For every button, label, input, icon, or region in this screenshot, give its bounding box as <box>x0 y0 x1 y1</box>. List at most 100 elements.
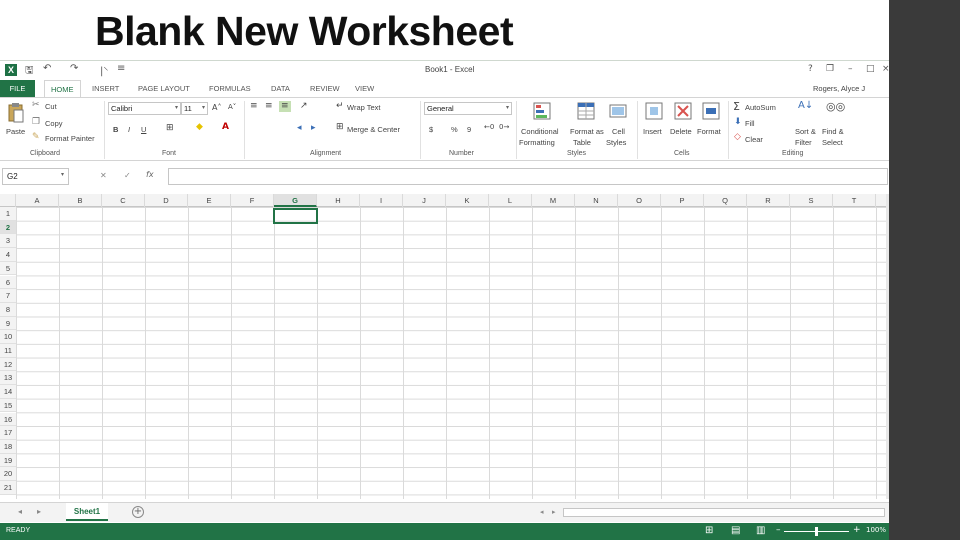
column-header[interactable]: R <box>747 194 790 207</box>
column-header[interactable]: T <box>833 194 876 207</box>
decrease-decimal-icon[interactable]: 0→ <box>499 124 509 131</box>
new-sheet-icon[interactable]: + <box>132 506 144 518</box>
column-header[interactable]: F <box>231 194 274 207</box>
tab-data[interactable]: DATA <box>271 80 290 97</box>
customize-qat-icon[interactable]: ≡ <box>117 63 125 74</box>
horizontal-scrollbar[interactable] <box>563 508 885 517</box>
align-top-icon[interactable]: ≡ <box>250 102 258 111</box>
format-painter-icon[interactable]: ✎ <box>32 133 40 142</box>
row-header[interactable]: 13 <box>0 371 16 386</box>
zoom-in-icon[interactable]: + <box>853 526 861 535</box>
tab-review[interactable]: REVIEW <box>310 80 340 97</box>
increase-decimal-icon[interactable]: ←0 <box>484 124 494 131</box>
autosum-icon[interactable]: Σ <box>733 101 740 112</box>
column-header[interactable]: C <box>102 194 145 207</box>
cell-styles-label[interactable]: Cell <box>612 127 625 136</box>
tab-file[interactable]: FILE <box>0 80 35 97</box>
undo-icon[interactable]: ↶ <box>43 63 51 74</box>
row-header[interactable]: 20 <box>0 467 16 481</box>
row-header[interactable]: 19 <box>0 453 16 468</box>
currency-button[interactable]: $ <box>429 125 433 134</box>
cell-styles-label[interactable]: Styles <box>606 138 626 147</box>
wrap-text-icon[interactable]: ↵ <box>336 102 344 111</box>
row-header[interactable]: 17 <box>0 426 16 440</box>
fill-color-icon[interactable]: ◆ <box>196 123 203 132</box>
tab-formulas[interactable]: FORMULAS <box>209 80 251 97</box>
vertical-scrollbar[interactable] <box>886 194 889 499</box>
bold-button[interactable]: B <box>113 125 118 134</box>
increase-indent-icon[interactable]: ▸ <box>311 124 316 133</box>
zoom-level[interactable]: 100% <box>866 527 886 534</box>
page-layout-view-icon[interactable]: ▤ <box>731 526 740 536</box>
row-header[interactable]: 14 <box>0 385 16 399</box>
row-header[interactable]: 18 <box>0 439 16 454</box>
font-name-select[interactable]: Calibri ▾ <box>108 102 181 115</box>
column-header[interactable]: P <box>661 194 704 207</box>
redo-icon[interactable]: ↷ <box>70 63 78 74</box>
sheet-tab-sheet1[interactable]: Sheet1 <box>66 503 108 521</box>
paste-icon[interactable] <box>7 102 25 124</box>
font-size-select[interactable]: 11 ▾ <box>181 102 208 115</box>
next-sheet-icon[interactable]: ▸ <box>37 508 41 516</box>
column-header[interactable]: L <box>489 194 532 207</box>
insert-cells-icon[interactable] <box>645 102 663 120</box>
help-icon[interactable]: ? <box>808 64 813 74</box>
underline-button[interactable]: U <box>141 125 146 134</box>
touch-mode-icon[interactable]: |⸌ <box>100 63 108 77</box>
insert-cells-button[interactable]: Insert <box>643 127 662 136</box>
column-header[interactable]: A <box>16 194 59 207</box>
align-middle-icon[interactable]: ≡ <box>265 102 273 111</box>
format-cells-icon[interactable] <box>702 102 720 120</box>
find-select-label[interactable]: Select <box>822 138 843 147</box>
tab-insert[interactable]: INSERT <box>92 80 119 97</box>
row-header[interactable]: 8 <box>0 302 16 317</box>
tab-page-layout[interactable]: PAGE LAYOUT <box>138 80 190 97</box>
conditional-formatting-label[interactable]: Formatting <box>519 138 555 147</box>
find-select-label[interactable]: Find & <box>822 127 844 136</box>
font-color-icon[interactable]: A <box>222 123 229 132</box>
italic-button[interactable]: I <box>128 125 130 134</box>
percent-button[interactable]: % <box>451 125 458 134</box>
select-all-corner[interactable] <box>0 194 16 207</box>
row-header[interactable]: 12 <box>0 357 16 372</box>
cell-styles-icon[interactable] <box>609 102 627 120</box>
cut-icon[interactable]: ✂ <box>32 101 40 110</box>
column-header[interactable]: N <box>575 194 618 207</box>
wrap-text-button[interactable]: Wrap Text <box>347 103 381 112</box>
borders-icon[interactable]: ⊞ <box>166 124 174 133</box>
chevron-down-icon[interactable]: ▾ <box>61 172 64 178</box>
row-header[interactable]: 6 <box>0 275 16 290</box>
row-header[interactable]: 11 <box>0 344 16 358</box>
copy-button[interactable]: Copy <box>45 119 63 128</box>
grow-font-icon[interactable]: A˄ <box>212 104 221 112</box>
scroll-right-icon[interactable]: ▸ <box>552 509 556 516</box>
binoculars-icon[interactable]: ◎◎ <box>826 101 845 112</box>
comma-button[interactable]: 9 <box>467 125 471 134</box>
column-header[interactable]: I <box>360 194 403 207</box>
name-box[interactable]: G2 <box>2 168 69 185</box>
clear-button[interactable]: Clear <box>745 135 763 144</box>
merge-center-button[interactable]: Merge & Center <box>347 125 400 134</box>
insert-function-icon[interactable]: fx <box>146 171 154 179</box>
sort-filter-label[interactable]: Sort & <box>795 127 816 136</box>
row-header[interactable]: 2 <box>0 220 16 235</box>
paste-label[interactable]: Paste <box>6 127 25 136</box>
ribbon-display-icon[interactable]: ❐ <box>826 64 834 74</box>
delete-cells-button[interactable]: Delete <box>670 127 692 136</box>
row-header[interactable]: 7 <box>0 289 16 303</box>
enter-icon[interactable]: ✓ <box>124 172 131 180</box>
column-header[interactable]: O <box>618 194 661 207</box>
decrease-indent-icon[interactable]: ◂ <box>297 124 302 133</box>
orientation-icon[interactable]: ↗ <box>300 102 308 111</box>
cell-area[interactable] <box>16 207 886 499</box>
fill-button[interactable]: Fill <box>745 119 755 128</box>
format-cells-button[interactable]: Format <box>697 127 721 136</box>
minimize-icon[interactable]: – <box>848 64 853 74</box>
column-header[interactable]: E <box>188 194 231 207</box>
column-header[interactable]: K <box>446 194 489 207</box>
sort-filter-label[interactable]: Filter <box>795 138 812 147</box>
zoom-out-icon[interactable]: – <box>776 526 781 535</box>
page-break-view-icon[interactable]: ▥ <box>756 526 765 536</box>
column-header[interactable]: M <box>532 194 575 207</box>
user-name[interactable]: Rogers, Alyce J <box>813 84 865 93</box>
